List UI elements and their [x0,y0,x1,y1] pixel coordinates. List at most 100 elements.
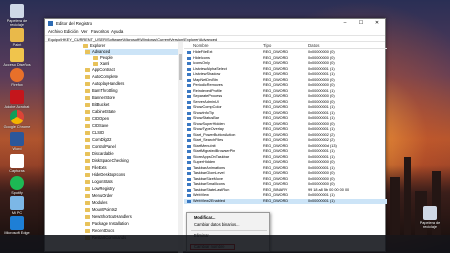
registry-value-icon [187,67,191,71]
tree-item[interactable]: Modules [85,200,107,206]
tree-item[interactable]: Discardable [85,151,114,157]
tree-item[interactable]: CLSID [85,130,104,136]
close-button[interactable]: ✕ [369,19,385,28]
regedit-icon [48,21,53,26]
tree-item[interactable]: ControlPanel [85,144,116,150]
tree-item[interactable]: AutoComplete [85,74,118,80]
scrollbar-thumb[interactable] [179,54,182,80]
menu-bar: Archivo Edición Ver Favoritos Ayuda [45,28,385,35]
registry-value-icon [187,111,191,115]
folder-icon [83,44,88,48]
folder-icon [85,89,90,93]
paint-icon [10,28,24,42]
registry-value-icon [187,106,191,110]
minimize-button[interactable]: – [337,19,353,28]
desktop-icon-edge[interactable]: Microsoft Edge [3,216,31,235]
menu-ayuda[interactable]: Ayuda [111,29,123,34]
desktop-icon-word[interactable]: Word [3,132,31,151]
folder-icon [85,68,90,72]
tree-item[interactable]: FileExts [85,165,107,171]
desktop-icon-recycle-right[interactable]: Papelera de reciclaje [416,206,444,230]
folder-icon [85,229,90,233]
desktop-icon-acrobat[interactable]: Adobe Acrobat [3,90,31,109]
folder-icon [85,117,90,121]
desktop-icon-captures[interactable]: Capturas [3,154,31,173]
tree-item[interactable]: CIDSave [85,123,108,129]
menu-ver[interactable]: Ver [81,29,88,34]
menu-item-modify-binary[interactable]: Cambiar datos binarios... [194,222,240,228]
tree-item[interactable]: CIDOpen [85,116,109,122]
folder-icon [85,96,90,100]
address-bar[interactable]: Equipo\HKEY_CURRENT_USER\Software\Micros… [45,35,385,42]
folder-icon [85,103,90,107]
spotify-icon [10,176,24,190]
desktop-icon-firefox[interactable]: Firefox [3,68,31,87]
tree-item[interactable]: BannerStore [85,95,115,101]
acrobat-icon [10,90,24,104]
tree-item[interactable]: DiskSpaceChecking [85,158,129,164]
menu-edicion[interactable]: Edición [64,29,78,34]
folder-icon [10,48,24,62]
folder-icon [85,110,90,114]
registry-value-icon [187,161,191,165]
menu-item-modify[interactable]: Modificar... [194,215,215,221]
column-type[interactable]: Tipo [263,43,271,48]
registry-value-icon [187,95,191,99]
tree-item[interactable]: ComDlg32 [85,137,111,143]
tree-item[interactable]: MenuOrder [85,193,113,199]
folder-icon [93,56,98,60]
word-icon [10,132,24,146]
menu-archivo[interactable]: Archivo [48,29,63,34]
registry-value-icon [187,51,191,55]
column-data[interactable]: Datos [308,43,319,48]
folder-icon [85,131,90,135]
tree-item[interactable]: RecentDocs [85,228,114,234]
desktop-icon-designs[interactable]: Acceso Diseños [3,48,31,67]
registry-value-icon [187,122,191,126]
menu-favoritos[interactable]: Favoritos [91,29,109,34]
computer-icon [10,196,24,210]
folder-icon [85,152,90,156]
tree-item[interactable]: LogonStats [85,179,113,185]
wallpaper-building [404,157,411,235]
registry-value-icon [187,100,191,104]
desktop-icon-chrome[interactable]: Google Chrome [3,110,31,129]
registry-value-icon [187,155,191,159]
registry-value-icon [187,117,191,121]
wallpaper-building [390,177,400,235]
tree-scrollbar[interactable] [178,42,183,253]
chrome-icon [10,110,24,124]
firefox-icon [10,68,24,82]
list-header: Nombre Tipo Datos [184,42,387,49]
folder-icon [85,166,90,170]
tree-item[interactable]: CabinetState [85,109,116,115]
list-item-selected[interactable]: WebView2Enabled REG_DWORD 0x00000001 (1) [184,198,387,204]
registry-value-icon [187,73,191,77]
registry-value-icon [187,150,191,154]
folder-icon [85,145,90,149]
desktop-icon-pc[interactable]: Mi PC [3,196,31,215]
column-name[interactable]: Nombre [193,43,209,48]
desktop-icon-recycle[interactable]: Papelera de reciclaje [3,4,31,28]
tree-item[interactable]: BitBucket [85,102,109,108]
registry-value-icon [187,144,191,148]
desktop-icon-spotify[interactable]: Spotify [3,176,31,195]
tree-item[interactable]: LowRegistry [85,186,115,192]
screenshot-icon [10,154,24,168]
tree-item[interactable]: MountPoints2 [85,207,117,213]
title-bar: Editor del Registro – ☐ ✕ [45,19,385,28]
tree-item[interactable]: Package Installation [85,221,129,227]
tree-item[interactable]: HideDesktopIcons [85,172,125,178]
tree-item[interactable]: AutoplayHandlers [85,81,124,87]
tree-item[interactable]: NewShortcutHandlers [85,214,132,220]
folder-icon [85,50,90,54]
maximize-button[interactable]: ☐ [353,19,369,28]
tree-item[interactable]: BamThrottling [85,88,117,94]
folder-icon [85,215,90,219]
menu-separator [191,230,267,231]
folder-icon [85,75,90,79]
folder-icon [93,62,98,66]
tree-item[interactable]: AppContract [85,67,115,73]
folder-icon [85,124,90,128]
desktop-icon-paint[interactable]: Paint [3,28,31,47]
